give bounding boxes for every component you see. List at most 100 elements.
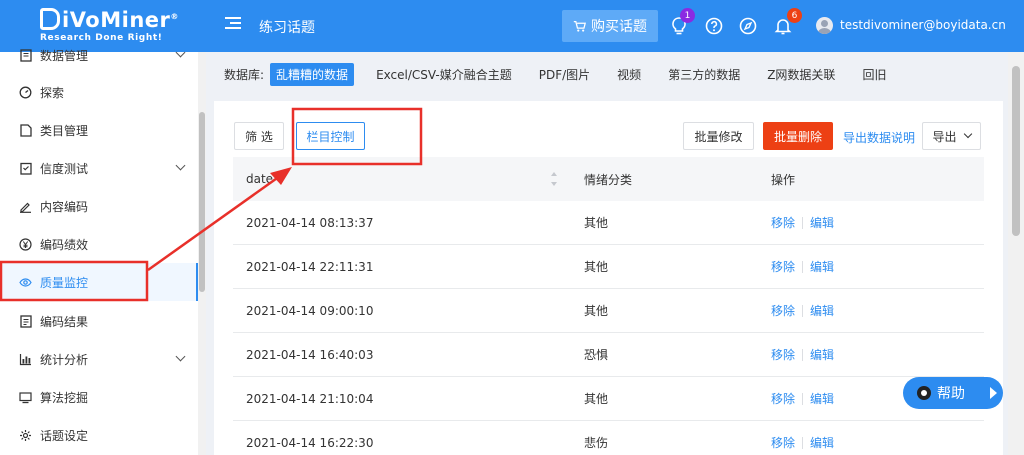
main-scrollbar[interactable]	[1008, 52, 1024, 455]
cell-date: 2021-04-14 16:22:30	[246, 435, 374, 450]
gauge-icon	[19, 86, 32, 99]
export-dropdown[interactable]: 导出	[922, 122, 981, 150]
sidebar-item-label: 探索	[40, 85, 65, 100]
monitor-icon	[19, 391, 32, 404]
data-table: date 情绪分类 操作 2021-04-14 08:13:37 其他 移除 编辑…	[233, 157, 984, 455]
sidebar-item-label: 算法挖掘	[40, 390, 89, 405]
edit-link[interactable]: 编辑	[810, 436, 834, 450]
sidebar-item-label: 类目管理	[40, 123, 89, 138]
notification-badge-bell: 6	[787, 8, 802, 23]
document-icon	[19, 123, 32, 137]
filter-button[interactable]: 筛 选	[234, 122, 284, 150]
sidebar-item-label: 话题设定	[40, 428, 89, 443]
cell-emotion: 其他	[584, 216, 609, 230]
remove-link[interactable]: 移除	[771, 260, 795, 274]
qq-penguin-icon	[917, 386, 931, 400]
chart-icon	[19, 353, 32, 366]
column-header-date[interactable]: date	[246, 172, 273, 186]
main-scrollbar-thumb[interactable]	[1012, 66, 1020, 236]
export-description-link[interactable]: 导出数据说明	[843, 129, 915, 146]
user-email[interactable]: testdivominer@boyidata.cn	[840, 18, 1006, 32]
edit-link[interactable]: 编辑	[810, 260, 834, 274]
play-arrow-icon	[990, 387, 997, 399]
buy-topic-button[interactable]: 购买话题	[562, 10, 658, 42]
table-row: 2021-04-14 16:22:30 悲伤 移除 编辑	[233, 421, 984, 455]
help-label: 帮助	[937, 386, 965, 402]
batch-delete-button[interactable]: 批量删除	[763, 122, 833, 150]
column-header-emotion: 情绪分类	[584, 172, 633, 187]
table-row: 2021-04-14 09:00:10 其他 移除 编辑	[233, 289, 984, 333]
chevron-down-icon	[175, 160, 186, 171]
table-row: 2021-04-14 16:40:03 恐惧 移除 编辑	[233, 333, 984, 377]
menu-toggle-icon[interactable]	[225, 17, 241, 31]
sidebar-item-label: 信度测试	[40, 161, 89, 176]
sidebar-item-coding-results[interactable]: 编码结果	[0, 302, 198, 340]
sort-icon[interactable]	[551, 172, 557, 186]
edit-link[interactable]: 编辑	[810, 392, 834, 406]
divider	[802, 261, 804, 273]
sidebar-item-content-coding[interactable]: 内容编码	[0, 187, 198, 225]
sidebar-item-algorithm-mining[interactable]: 算法挖掘	[0, 378, 198, 416]
divider	[802, 349, 804, 361]
sidebar-item-label: 统计分析	[40, 352, 89, 367]
database-tab-recycle[interactable]: 回旧	[862, 66, 886, 83]
cell-date: 2021-04-14 21:10:04	[246, 391, 374, 406]
database-tab-excel-csv[interactable]: Excel/CSV-媒介融合主题	[376, 66, 512, 83]
database-tab-video[interactable]: 视频	[617, 66, 641, 83]
database-tab-pdf-image[interactable]: PDF/图片	[539, 66, 590, 83]
sidebar-item-category-management[interactable]: 类目管理	[0, 111, 198, 149]
remove-link[interactable]: 移除	[771, 304, 795, 318]
help-button[interactable]: 帮助	[903, 377, 1003, 409]
database-tab-messy-data[interactable]: 乱糟糟的数据	[270, 62, 355, 86]
pen-icon	[19, 200, 32, 213]
sidebar-item-statistical-analysis[interactable]: 统计分析	[0, 340, 198, 378]
remove-link[interactable]: 移除	[771, 392, 795, 406]
divider	[802, 393, 804, 405]
cell-date: 2021-04-14 09:00:10	[246, 303, 374, 318]
sidebar: 数据管理 探索 类目管理 信度测试 内容编码 编码绩效 质量监控 编码结果 统计…	[0, 47, 198, 455]
divider	[802, 305, 804, 317]
cell-emotion: 悲伤	[584, 436, 609, 450]
buy-topic-label: 购买话题	[591, 19, 647, 35]
column-control-button[interactable]: 栏目控制	[296, 122, 365, 150]
table-row: 2021-04-14 08:13:37 其他 移除 编辑	[233, 201, 984, 245]
clipboard-icon	[19, 162, 32, 175]
avatar[interactable]	[816, 17, 833, 34]
edit-link[interactable]: 编辑	[810, 216, 834, 230]
sidebar-item-coding-performance[interactable]: 编码绩效	[0, 225, 198, 263]
sidebar-item-label: 质量监控	[40, 275, 89, 290]
eye-icon	[19, 276, 32, 289]
cell-date: 2021-04-14 22:11:31	[246, 259, 374, 274]
edit-link[interactable]: 编辑	[810, 348, 834, 362]
sidebar-item-explore[interactable]: 探索	[0, 73, 198, 111]
divider	[802, 437, 804, 449]
database-tab-third-party[interactable]: 第三方的数据	[668, 66, 740, 83]
sidebar-item-quality-monitoring[interactable]: 质量监控	[0, 263, 198, 301]
cart-icon	[573, 20, 586, 32]
cell-emotion: 其他	[584, 392, 609, 406]
page-title: 练习话题	[259, 20, 315, 36]
sidebar-scrollbar[interactable]	[198, 52, 206, 455]
export-label: 导出	[932, 129, 957, 144]
help-circle-icon[interactable]	[704, 16, 724, 36]
notification-badge-tips: 1	[680, 8, 695, 23]
sidebar-item-topic-settings[interactable]: 话题设定	[0, 416, 198, 454]
table-row: 2021-04-14 21:10:04 其他 移除 编辑	[233, 377, 984, 421]
gear-icon	[19, 429, 32, 442]
list-icon	[19, 314, 32, 328]
sidebar-item-data-management[interactable]: 数据管理	[0, 36, 198, 74]
sidebar-scrollbar-thumb[interactable]	[199, 112, 205, 292]
chevron-down-icon	[175, 47, 186, 58]
edit-link[interactable]: 编辑	[810, 304, 834, 318]
compass-icon[interactable]	[738, 16, 758, 36]
main-panel: 筛 选 栏目控制 批量修改 批量删除 导出数据说明 导出 date 情绪分类 操…	[214, 101, 1003, 455]
table-header: date 情绪分类 操作	[233, 157, 984, 201]
batch-edit-button[interactable]: 批量修改	[683, 122, 754, 150]
sidebar-item-reliability-test[interactable]: 信度测试	[0, 149, 198, 187]
remove-link[interactable]: 移除	[771, 216, 795, 230]
database-tab-z-network[interactable]: Z网数据关联	[767, 66, 835, 83]
document-icon	[19, 48, 32, 62]
divider	[802, 217, 804, 229]
remove-link[interactable]: 移除	[771, 436, 795, 450]
remove-link[interactable]: 移除	[771, 348, 795, 362]
